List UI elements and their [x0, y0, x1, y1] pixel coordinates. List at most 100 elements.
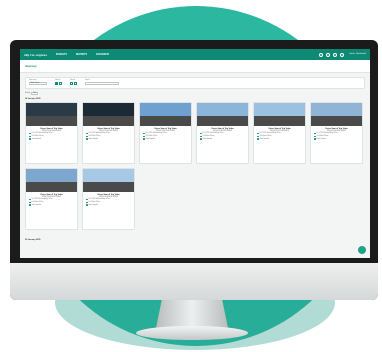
nav-insights[interactable]: INSIGHTS: [56, 54, 67, 56]
card-detail-row: Vision Snapshot: [26, 204, 77, 206]
card-detail-text: Dr 04 Dubai 70 Feet: [259, 135, 272, 137]
card-detail-row: Dr 04 Dubai 70 Feet: [254, 135, 305, 138]
card-subtitle: 2025-01-14 06:24 PM STGD37: [269, 130, 290, 132]
nav-reports[interactable]: REPORTS: [76, 54, 87, 56]
search-input[interactable]: [85, 82, 119, 85]
card-detail-text: Vision Snapshot: [202, 138, 212, 140]
detail-icon: [86, 198, 88, 201]
card-detail-text: Vision Snapshot: [31, 138, 41, 140]
card-subtitle: 2025-01-14 06:24 PM STGD37: [98, 196, 119, 198]
video-thumbnail[interactable]: [311, 103, 362, 126]
media-card[interactable]: Vision Start of Trip Video 2025-01-14 06:…: [82, 102, 135, 164]
date-group-heading-2: 09 January 2025: [25, 239, 41, 241]
card-detail-row: Vision Snapshot: [83, 138, 134, 140]
user-name[interactable]: Daimler . Nyst Kentland: [349, 54, 366, 55]
type-filter-label: Filter by: [55, 80, 61, 81]
detail-icon: [257, 132, 259, 135]
date-group-heading: 14 January 2025: [25, 98, 41, 100]
detail-icon: [257, 138, 259, 140]
card-detail-row: Dr 1-7 MYS Tob Kendal Ray, 09 Dec...: [26, 198, 77, 201]
video-thumbnail[interactable]: [254, 103, 305, 126]
media-card[interactable]: Vision Start of Trip Video 2025-01-14 06:…: [25, 168, 78, 230]
media-card[interactable]: Vision Start of Trip Video 2025-01-14 06:…: [196, 102, 249, 164]
card-detail-text: Dr 04 Dubai 70 Feet: [31, 201, 44, 203]
help-icon[interactable]: [326, 52, 331, 57]
card-detail-text: Dr 1-7 MYS Tob Kendal Ray, 09 Dec...: [88, 199, 111, 201]
media-card[interactable]: Vision Start of Trip Video 2025-01-14 06:…: [82, 168, 135, 230]
marketing-stage: nlly / lo..rogress INSIGHTS REPORTS SAFE…: [0, 0, 382, 352]
card-detail-text: Vision Snapshot: [88, 204, 98, 206]
detail-icon: [314, 138, 316, 140]
type-filter: Filter by: [55, 80, 62, 85]
card-subtitle: 2025-01-14 06:24 PM STGD37: [41, 130, 62, 132]
video-thumbnail[interactable]: [197, 103, 248, 126]
settings-icon[interactable]: [333, 52, 338, 57]
view-filter-label: View all: [70, 80, 76, 81]
video-thumbnail[interactable]: [26, 169, 77, 192]
card-detail-row: Dr 1-7 MYS Tob Kendal Ray, 09 Dec...: [26, 132, 77, 135]
detail-icon: [86, 138, 88, 140]
account-icon[interactable]: [340, 52, 345, 57]
search-filter: Search: [85, 80, 119, 85]
card-detail-text: Vision Snapshot: [31, 204, 41, 206]
monitor-stand-neck: [156, 300, 228, 328]
media-card[interactable]: Vision Start of Trip Video 2025-01-14 06:…: [253, 102, 306, 164]
detail-icon: [257, 135, 259, 138]
type-photo-toggle[interactable]: [59, 82, 62, 85]
video-thumbnail[interactable]: [83, 169, 134, 192]
date-range-label: Date range: [29, 80, 37, 81]
detail-icon: [200, 138, 202, 140]
card-subtitle: 2025-01-14 06:24 PM STGD37: [212, 130, 233, 132]
view-filter: View all: [70, 80, 77, 85]
view-grid-toggle[interactable]: [70, 82, 73, 85]
video-thumbnail[interactable]: [140, 103, 191, 126]
date-range-select[interactable]: Month to date: [29, 82, 47, 85]
detail-icon: [200, 135, 202, 138]
page-header: Journey: [20, 60, 370, 73]
card-detail-text: Dr 04 Dubai 70 Feet: [88, 135, 101, 137]
video-thumbnail[interactable]: [26, 103, 77, 126]
card-detail-text: Vision Snapshot: [88, 138, 98, 140]
card-detail-row: Dr 1-7 MYS Tob Kendal Ray, 09 Dec...: [197, 132, 248, 135]
top-right-tools: Daimler . Nyst Kentland: [319, 52, 366, 57]
date-range-filter: Date range Month to date: [29, 80, 47, 85]
card-detail-text: Dr 04 Dubai 70 Feet: [88, 201, 101, 203]
card-detail-row: Vision Snapshot: [197, 138, 248, 140]
card-detail-row: Vision Snapshot: [83, 204, 134, 206]
notifications-icon[interactable]: [319, 52, 324, 57]
card-detail-text: Dr 04 Dubai 70 Feet: [316, 135, 329, 137]
card-detail-row: Dr 04 Dubai 70 Feet: [311, 135, 362, 138]
media-card[interactable]: Vision Start of Trip Video 2025-01-14 06:…: [139, 102, 192, 164]
app-screen: nlly / lo..rogress INSIGHTS REPORTS SAFE…: [20, 49, 370, 258]
card-detail-row: Dr 1-7 MYS Tob Kendal Ray, 09 Dec...: [254, 132, 305, 135]
card-detail-row: Vision Snapshot: [26, 138, 77, 140]
card-detail-text: Vision Snapshot: [145, 138, 155, 140]
card-detail-row: Dr 04 Dubai 70 Feet: [26, 201, 77, 204]
sort-select[interactable]: Date: [31, 92, 39, 95]
media-card[interactable]: Vision Start of Trip Video 2025-01-14 06:…: [25, 102, 78, 164]
card-detail-row: Vision Snapshot: [311, 138, 362, 140]
detail-icon: [143, 135, 145, 138]
card-detail-text: Dr 1-7 MYS Tob Kendal Ray, 09 Dec...: [259, 133, 282, 135]
page-title: Journey: [25, 64, 37, 68]
card-detail-text: Dr 1-7 MYS Tob Kendal Ray, 09 Dec...: [202, 133, 225, 135]
card-subtitle: 2025-01-14 06:24 PM STGD37: [155, 130, 176, 132]
chat-fab-button[interactable]: [358, 246, 366, 254]
nav-safedrive[interactable]: SAFEDRIVE: [96, 54, 109, 56]
detail-icon: [200, 132, 202, 135]
card-detail-row: Vision Snapshot: [254, 138, 305, 140]
card-detail-row: Dr 04 Dubai 70 Feet: [140, 135, 191, 138]
card-subtitle: 2025-01-14 06:24 PM STGD37: [41, 196, 62, 198]
detail-icon: [143, 138, 145, 140]
detail-icon: [86, 135, 88, 138]
top-navbar: nlly / lo..rogress INSIGHTS REPORTS SAFE…: [20, 49, 370, 60]
card-detail-text: Dr 04 Dubai 70 Feet: [31, 135, 44, 137]
type-video-toggle[interactable]: [55, 82, 58, 85]
type-filter-buttons: [55, 82, 62, 85]
brand-logo[interactable]: nlly / lo..rogress: [24, 53, 47, 57]
detail-icon: [29, 132, 31, 135]
view-list-toggle[interactable]: [74, 82, 77, 85]
media-card-grid: Vision Start of Trip Video 2025-01-14 06:…: [25, 102, 365, 230]
video-thumbnail[interactable]: [83, 103, 134, 126]
media-card[interactable]: Vision Start of Trip Video 2025-01-14 06:…: [310, 102, 363, 164]
